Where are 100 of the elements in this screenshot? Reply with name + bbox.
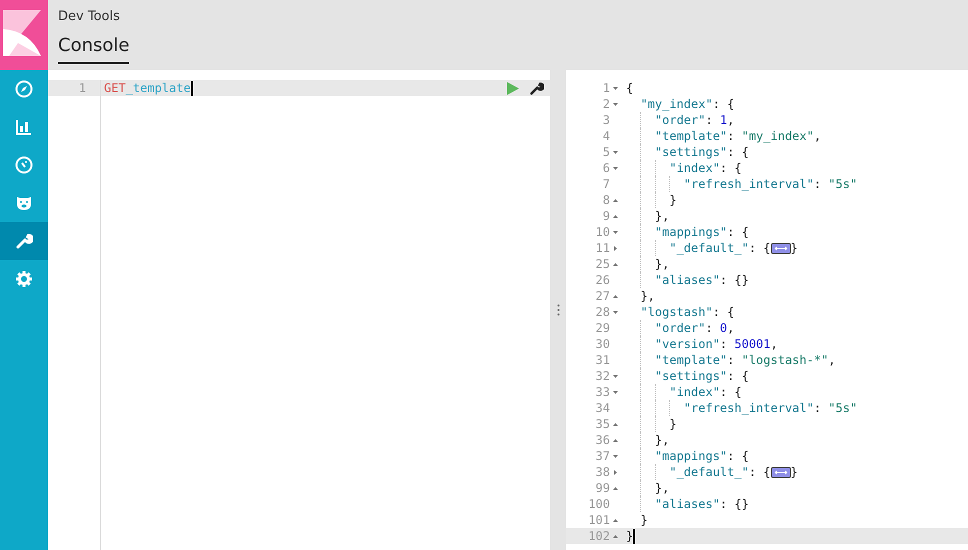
- code-punctuation: : {: [727, 448, 749, 464]
- code-punctuation: },: [654, 256, 670, 272]
- line-number: 3: [602, 112, 610, 128]
- fold-arrow-icon[interactable]: [612, 374, 618, 378]
- fold-arrow-icon[interactable]: [612, 230, 618, 234]
- code-punctuation: : {: [712, 304, 734, 320]
- wrench-button[interactable]: [529, 80, 544, 96]
- line-number: 34: [596, 400, 610, 416]
- code-punctuation: }: [790, 240, 798, 256]
- line-number: 35: [596, 416, 610, 432]
- fold-arrow-icon[interactable]: [612, 454, 618, 458]
- code-punctuation: : {: [727, 368, 749, 384]
- json-number: 1: [720, 112, 728, 128]
- double-arrow-icon: [774, 246, 788, 250]
- fold-arrow-icon[interactable]: [612, 86, 618, 90]
- unfold-arrow-icon[interactable]: [612, 438, 618, 442]
- code-punctuation: : {: [748, 240, 771, 256]
- folded-block-button[interactable]: [770, 466, 791, 478]
- code-punctuation: },: [654, 480, 670, 496]
- json-key: "aliases": [654, 496, 720, 512]
- json-key: "order": [654, 320, 706, 336]
- code-punctuation: : {: [727, 144, 749, 160]
- json-key: "refresh_interval": [684, 400, 814, 416]
- json-key: "logstash": [640, 304, 713, 320]
- line-number: 99: [596, 480, 610, 496]
- code-punctuation: :: [727, 352, 736, 368]
- line-number: 30: [596, 336, 610, 352]
- code-punctuation: }: [640, 512, 648, 528]
- code-punctuation: ,: [770, 336, 778, 352]
- code-punctuation: : {: [748, 464, 771, 480]
- line-number: 4: [602, 128, 610, 144]
- code-punctuation: },: [640, 288, 655, 304]
- code-punctuation: :: [705, 320, 714, 336]
- line-number: 31: [596, 352, 610, 368]
- fold-arrow-icon[interactable]: [612, 102, 618, 106]
- line-number: 1: [602, 80, 610, 96]
- code-punctuation: : {}: [720, 272, 749, 288]
- code-punctuation: ,: [828, 352, 836, 368]
- code-punctuation: : {: [727, 224, 749, 240]
- line-number: 8: [602, 192, 610, 208]
- fold-arrow-icon[interactable]: [612, 310, 618, 314]
- json-key: "settings": [654, 144, 728, 160]
- nav-item[interactable]: [0, 222, 48, 260]
- code-punctuation: :: [814, 400, 822, 416]
- json-method: GET: [104, 80, 126, 96]
- line-number: 6: [602, 160, 610, 176]
- code-punctuation: },: [654, 432, 670, 448]
- line-number: 10: [596, 224, 610, 240]
- line-number: 25: [596, 256, 610, 272]
- unfold-arrow-icon[interactable]: [612, 518, 618, 522]
- json-key: "my_index": [640, 96, 713, 112]
- line-number: 32: [596, 368, 610, 384]
- code-punctuation: :: [720, 336, 728, 352]
- code-punctuation: }: [669, 416, 677, 432]
- code-punctuation: {: [626, 80, 634, 96]
- line-number: 36: [596, 432, 610, 448]
- json-number: 0: [720, 320, 728, 336]
- unfold-arrow-icon[interactable]: [612, 486, 618, 490]
- code-punctuation: :: [727, 128, 736, 144]
- compass-icon: [15, 80, 33, 98]
- tab[interactable]: Console: [58, 35, 130, 64]
- unfold-arrow-icon[interactable]: [612, 534, 618, 538]
- folded-block-button[interactable]: [770, 242, 791, 254]
- resize-handle-icon[interactable]: [556, 304, 560, 316]
- fold-arrow-icon[interactable]: [612, 390, 618, 394]
- code-punctuation: },: [654, 208, 670, 224]
- unfold-arrow-icon[interactable]: [612, 422, 618, 426]
- json-key: "template": [654, 128, 728, 144]
- expand-arrow-icon[interactable]: [612, 246, 618, 250]
- code-punctuation: ,: [814, 128, 822, 144]
- fold-arrow-icon[interactable]: [612, 150, 618, 154]
- line-number: 7: [602, 176, 610, 192]
- app-logo[interactable]: [0, 0, 48, 70]
- json-key: "template": [654, 352, 728, 368]
- json-string: "5s": [828, 176, 858, 192]
- unfold-arrow-icon[interactable]: [612, 198, 618, 202]
- gear-icon: [15, 270, 33, 288]
- gauge-icon: [15, 156, 33, 174]
- expand-arrow-icon[interactable]: [612, 470, 618, 474]
- line-number: 102: [588, 528, 610, 544]
- unfold-arrow-icon[interactable]: [612, 214, 618, 218]
- code-punctuation: ,: [727, 320, 734, 336]
- json-key: "settings": [654, 368, 728, 384]
- code-punctuation: ,: [727, 112, 734, 128]
- json-string: "logstash-*": [742, 352, 828, 368]
- json-key: "index": [669, 160, 720, 176]
- fold-arrow-icon[interactable]: [612, 166, 618, 170]
- line-number: 2: [602, 96, 610, 112]
- json-key: "index": [669, 384, 720, 400]
- code-punctuation: :: [814, 176, 822, 192]
- json-key: "_default_": [669, 240, 749, 256]
- json-key: "version": [654, 336, 720, 352]
- line-number: 27: [596, 288, 610, 304]
- line-number: 101: [588, 512, 610, 528]
- app-title: Dev Tools: [58, 9, 120, 24]
- unfold-arrow-icon[interactable]: [612, 294, 618, 298]
- json-string: "5s": [828, 400, 858, 416]
- line-number: 37: [596, 448, 610, 464]
- code-punctuation: : {: [720, 160, 742, 176]
- unfold-arrow-icon[interactable]: [612, 262, 618, 266]
